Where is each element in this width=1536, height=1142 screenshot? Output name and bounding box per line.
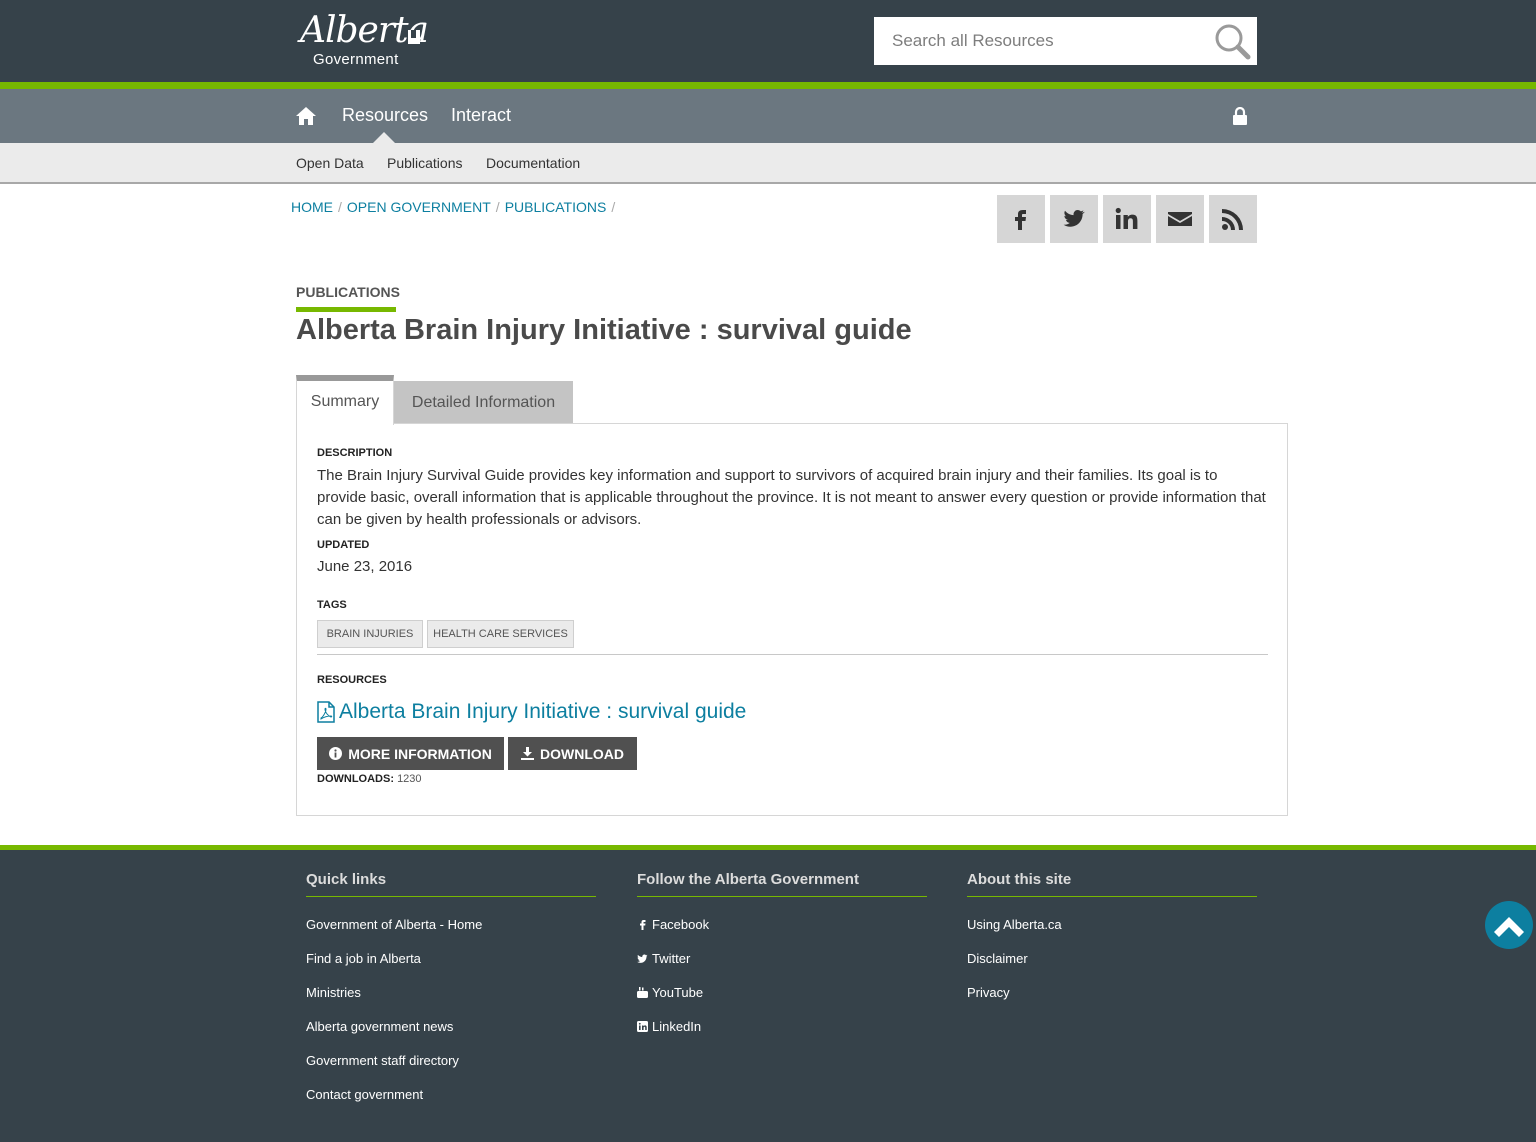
- subnav-open-data[interactable]: Open Data: [296, 155, 364, 171]
- share-twitter-button[interactable]: [1050, 195, 1098, 243]
- twitter-icon: [637, 954, 648, 963]
- home-icon[interactable]: [295, 106, 317, 126]
- chevron-up-icon: [1494, 917, 1524, 937]
- facebook-icon: [640, 920, 646, 930]
- updated-label: UPDATED: [317, 539, 370, 551]
- footer-facebook-label: Facebook: [652, 917, 710, 932]
- tab-summary[interactable]: Summary: [296, 375, 394, 425]
- footer-link-twitter[interactable]: Twitter: [637, 951, 690, 966]
- lock-icon[interactable]: [1232, 106, 1248, 126]
- email-icon: [1168, 212, 1192, 226]
- footer-link-disclaimer[interactable]: Disclaimer: [967, 951, 1028, 966]
- updated-date: June 23, 2016: [317, 558, 413, 575]
- follow-heading: Follow the Alberta Government: [637, 871, 859, 888]
- footer-link-privacy[interactable]: Privacy: [967, 985, 1010, 1000]
- tag-brain-injuries[interactable]: BRAIN INJURIES: [317, 620, 423, 648]
- tab-detailed-information[interactable]: Detailed Information: [394, 381, 573, 424]
- footer-link-goa-home[interactable]: Government of Alberta - Home: [306, 917, 482, 932]
- tags-label: TAGS: [317, 599, 347, 611]
- download-button[interactable]: DOWNLOAD: [508, 737, 637, 770]
- footer-youtube-label: YouTube: [652, 985, 704, 1000]
- footer: Quick links Government of Alberta - Home…: [0, 850, 1536, 1142]
- youtube-icon: [637, 987, 648, 998]
- subnav-documentation[interactable]: Documentation: [486, 155, 580, 171]
- description-text: The Brain Injury Survival Guide provides…: [317, 467, 1266, 528]
- breadcrumb-open-government[interactable]: OPEN GOVERNMENT: [347, 199, 491, 215]
- pdf-file-icon: [317, 701, 335, 723]
- kicker-underline: [296, 307, 396, 312]
- footer-link-linkedin[interactable]: LinkedIn: [637, 1019, 701, 1034]
- summary-panel: DESCRIPTION The Brain Injury Survival Gu…: [296, 423, 1288, 816]
- logo-subtitle: Government: [313, 51, 399, 68]
- footer-link-using-alberta[interactable]: Using Alberta.ca: [967, 917, 1062, 932]
- footer-link-contact[interactable]: Contact government: [306, 1087, 423, 1102]
- info-icon: [329, 747, 343, 760]
- logo-flag-icon: [408, 30, 420, 44]
- downloads-label: DOWNLOADS:: [317, 773, 394, 785]
- footer-rule: [637, 896, 927, 897]
- breadcrumb: HOME / OPEN GOVERNMENT / PUBLICATIONS /: [291, 199, 616, 215]
- active-nav-caret: [373, 132, 395, 143]
- share-rss-button[interactable]: [1209, 195, 1257, 243]
- divider: [317, 654, 1268, 655]
- resources-label: RESOURCES: [317, 674, 387, 686]
- search-icon[interactable]: [1213, 22, 1251, 60]
- download-icon: [521, 747, 534, 760]
- footer-rule: [306, 896, 596, 897]
- facebook-icon: [1015, 210, 1026, 230]
- resource-title: Alberta Brain Injury Initiative : surviv…: [339, 700, 747, 723]
- header-accent-bar: [0, 82, 1536, 89]
- resource-link[interactable]: Alberta Brain Injury Initiative : surviv…: [317, 700, 746, 724]
- section-kicker: PUBLICATIONS: [296, 284, 400, 300]
- tag-health-care-services[interactable]: HEALTH CARE SERVICES: [427, 620, 574, 648]
- footer-link-facebook[interactable]: Facebook: [637, 917, 709, 932]
- nav-resources[interactable]: Resources: [342, 105, 428, 126]
- footer-twitter-label: Twitter: [652, 951, 691, 966]
- page-title: Alberta Brain Injury Initiative : surviv…: [296, 314, 912, 346]
- share-linkedin-button[interactable]: [1103, 195, 1151, 243]
- linkedin-icon: [637, 1021, 648, 1032]
- download-label: DOWNLOAD: [540, 745, 624, 762]
- footer-link-staff-directory[interactable]: Government staff directory: [306, 1053, 459, 1068]
- footer-link-youtube[interactable]: YouTube: [637, 985, 703, 1000]
- description-label: DESCRIPTION: [317, 447, 393, 459]
- rss-icon: [1222, 209, 1243, 230]
- downloads-count: DOWNLOADS: 1230: [317, 773, 422, 785]
- footer-link-ministries[interactable]: Ministries: [306, 985, 361, 1000]
- back-to-top-button[interactable]: [1485, 901, 1533, 949]
- search-box: [874, 17, 1257, 65]
- main-nav: Resources Interact: [0, 89, 1536, 143]
- footer-rule: [967, 896, 1257, 897]
- share-email-button[interactable]: [1156, 195, 1204, 243]
- breadcrumb-home[interactable]: HOME: [291, 199, 333, 215]
- downloads-value: 1230: [397, 773, 422, 785]
- quick-links-heading: Quick links: [306, 871, 387, 888]
- sub-nav: Open Data Publications Documentation: [0, 143, 1536, 184]
- more-information-label: MORE INFORMATION: [348, 745, 492, 762]
- twitter-icon: [1063, 210, 1085, 227]
- footer-link-find-job[interactable]: Find a job in Alberta: [306, 951, 421, 966]
- footer-link-news[interactable]: Alberta government news: [306, 1019, 453, 1034]
- subnav-publications[interactable]: Publications: [387, 155, 463, 171]
- nav-interact[interactable]: Interact: [451, 105, 511, 126]
- more-information-button[interactable]: MORE INFORMATION: [317, 737, 504, 770]
- top-header: Alberta Government: [0, 0, 1536, 82]
- share-facebook-button[interactable]: [997, 195, 1045, 243]
- linkedin-icon: [1115, 207, 1138, 229]
- footer-linkedin-label: LinkedIn: [652, 1019, 702, 1034]
- alberta-logo[interactable]: Alberta Government: [296, 10, 436, 72]
- about-heading: About this site: [967, 871, 1072, 888]
- breadcrumb-publications[interactable]: PUBLICATIONS: [505, 199, 607, 215]
- search-input[interactable]: [874, 17, 1204, 65]
